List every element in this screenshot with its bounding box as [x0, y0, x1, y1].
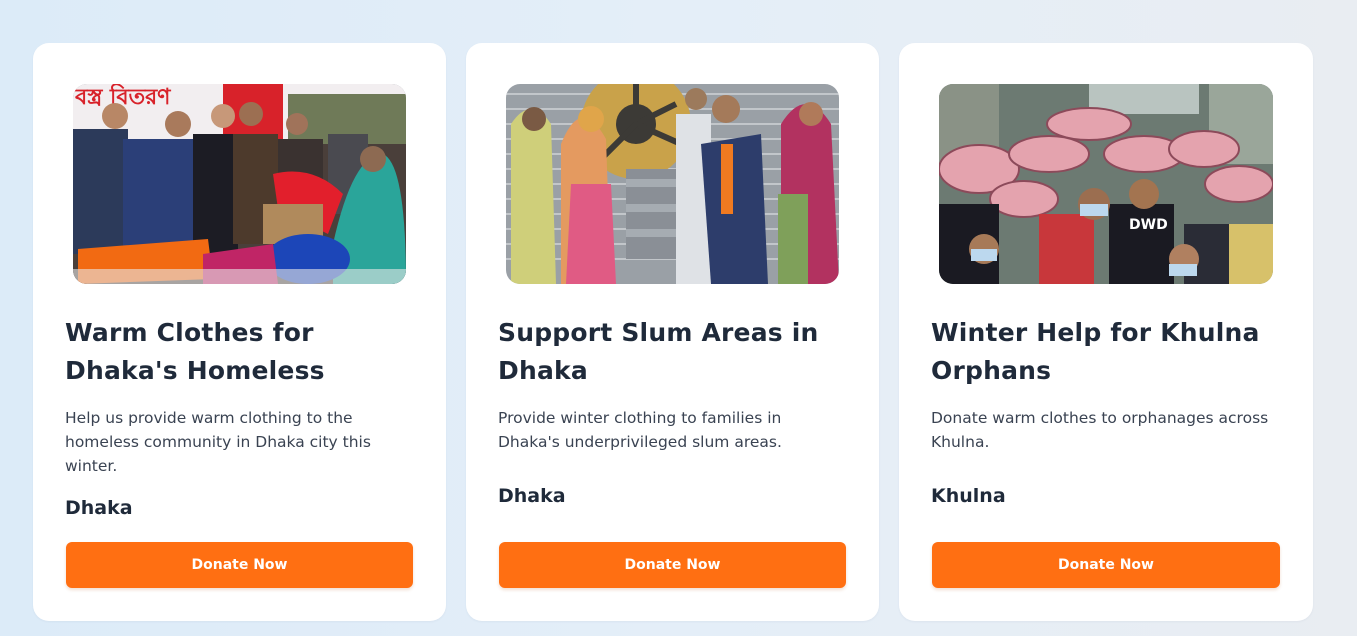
svg-text:DWD: DWD [1129, 217, 1168, 233]
donate-now-button[interactable]: Donate Now [932, 542, 1280, 588]
campaign-title: Support Slum Areas in Dhaka [498, 318, 819, 385]
campaign-description: Provide winter clothing to families in D… [498, 409, 782, 451]
donate-now-button[interactable]: Donate Now [499, 542, 846, 588]
campaign-card: DWD Winter Help for Khulna Orphans Donat… [899, 43, 1313, 621]
campaign-description: Help us provide warm clothing to the hom… [65, 409, 371, 475]
campaign-title: Winter Help for Khulna Orphans [931, 318, 1260, 385]
campaign-location: Dhaka [498, 485, 566, 507]
campaign-location: Khulna [931, 485, 1006, 507]
campaign-title: Warm Clothes for Dhaka's Homeless [65, 318, 325, 385]
campaign-image: DWD [939, 84, 1273, 284]
campaign-image: বস্ত্র বিতরণ [73, 84, 406, 284]
donate-now-button[interactable]: Donate Now [66, 542, 413, 588]
campaign-card: Support Slum Areas in Dhaka Provide wint… [466, 43, 879, 621]
campaign-description: Donate warm clothes to orphanages across… [931, 409, 1269, 451]
campaign-image [506, 84, 839, 284]
campaign-location: Dhaka [65, 497, 133, 519]
campaign-card-list: বস্ত্র বিতরণ Warm Clothes for Dhaka's Ho… [33, 43, 1313, 621]
campaign-card: বস্ত্র বিতরণ Warm Clothes for Dhaka's Ho… [33, 43, 446, 621]
